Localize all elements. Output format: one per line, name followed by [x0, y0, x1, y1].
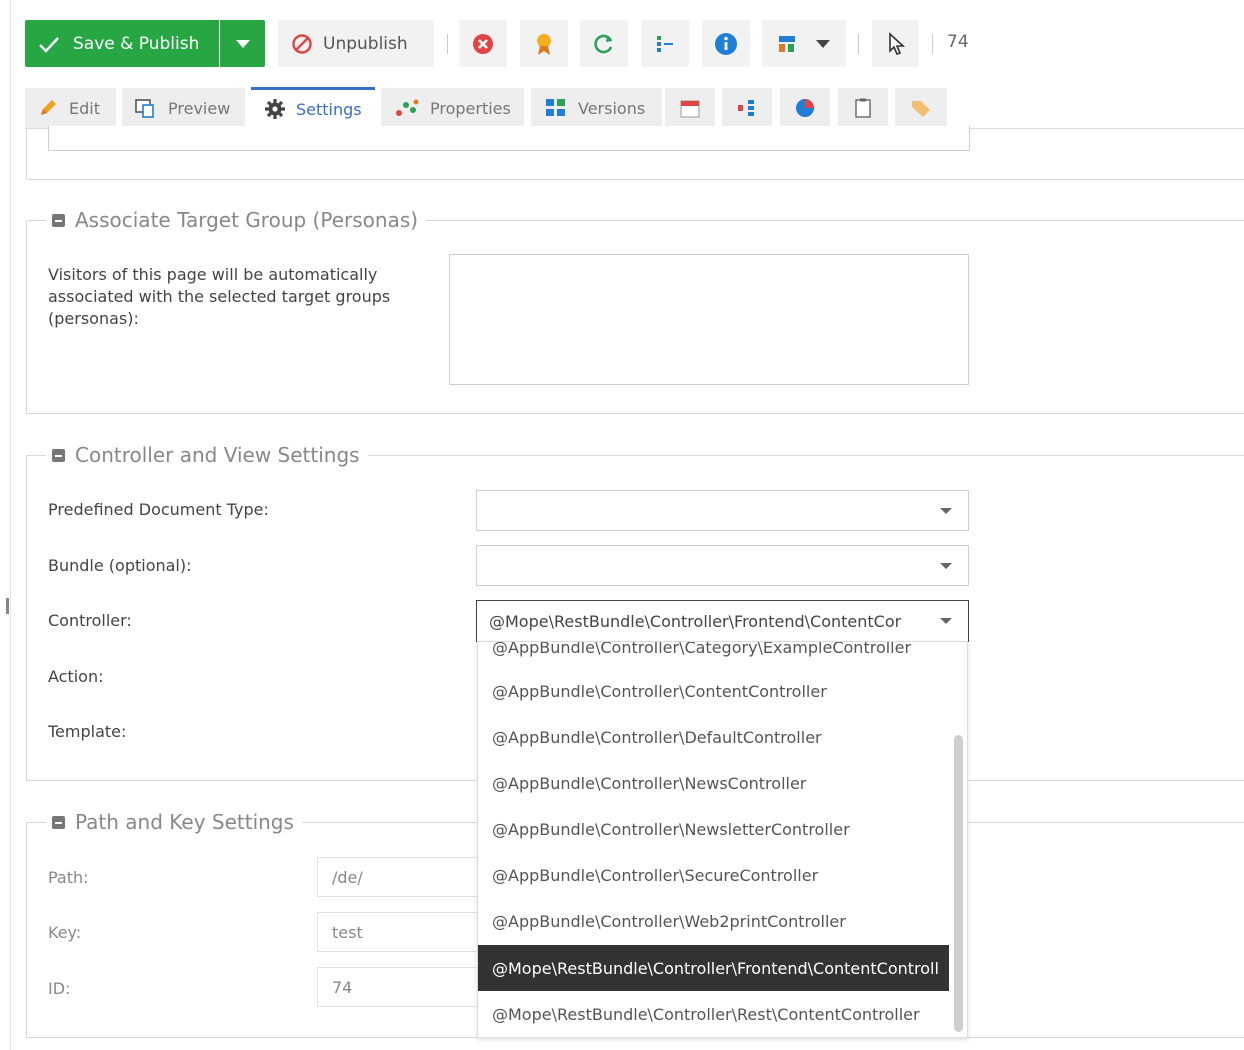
preview-icon — [135, 99, 154, 118]
dependencies-icon — [738, 100, 754, 116]
tab-reports[interactable] — [780, 88, 830, 128]
tab-label: Settings — [296, 99, 362, 119]
path-legend[interactable]: Path and Key Settings — [46, 808, 302, 836]
delete-icon — [473, 33, 493, 54]
controller-select-value: @Mope\RestBundle\Controller\Frontend\Con… — [489, 611, 902, 631]
chevron-down-icon — [235, 39, 250, 48]
tab-notes[interactable] — [838, 88, 888, 128]
previous-fieldset — [26, 126, 1244, 180]
path-legend-text: Path and Key Settings — [75, 810, 294, 834]
chevron-down-icon — [940, 507, 952, 514]
reports-icon — [796, 99, 814, 117]
dropdown-scrollbar[interactable] — [954, 735, 963, 1032]
rename-button[interactable] — [520, 20, 568, 67]
collapse-icon[interactable] — [52, 213, 65, 227]
personas-description: Visitors of this page will be automatica… — [48, 265, 391, 328]
controller-dropdown-list[interactable]: @AppBundle\Controller\Category\ExampleCo… — [477, 641, 968, 1038]
key-field[interactable]: test — [317, 912, 487, 952]
collapse-icon[interactable] — [52, 815, 65, 829]
tab-tags[interactable] — [895, 88, 947, 128]
forbidden-icon — [292, 33, 312, 54]
dropdown-option[interactable]: @AppBundle\Controller\NewsController — [478, 760, 949, 806]
collapse-icon[interactable] — [52, 448, 65, 462]
key-value: test — [332, 922, 363, 942]
dropdown-option[interactable]: @AppBundle\Controller\Web2printControlle… — [478, 898, 949, 944]
gear-icon — [265, 99, 285, 119]
save-options-dropdown[interactable] — [220, 20, 265, 67]
toolbar-divider — [447, 34, 448, 54]
save-publish-label: Save & Publish — [73, 33, 200, 54]
dropdown-option[interactable]: @AppBundle\Controller\Category\ExampleCo… — [478, 642, 949, 670]
tab-settings[interactable]: Settings — [251, 87, 375, 128]
versions-icon — [546, 99, 565, 116]
tab-label: Edit — [69, 98, 100, 118]
refresh-icon — [594, 34, 613, 53]
id-value: 74 — [332, 977, 353, 997]
tree-icon — [657, 35, 673, 52]
path-label: Path: — [48, 868, 89, 887]
toolbar-divider — [932, 34, 933, 54]
template-label: Template: — [48, 722, 127, 741]
tab-versions[interactable]: Versions — [531, 88, 662, 128]
personas-legend[interactable]: Associate Target Group (Personas) — [46, 206, 427, 234]
show-in-tree-button[interactable] — [641, 20, 689, 67]
notes-icon — [855, 98, 871, 118]
bundle-label: Bundle (optional): — [48, 556, 192, 575]
dropdown-option[interactable]: @AppBundle\Controller\DefaultController — [478, 714, 949, 760]
tab-properties[interactable]: Properties — [381, 88, 524, 128]
award-icon — [537, 33, 551, 55]
controller-select[interactable]: @Mope\RestBundle\Controller\Frontend\Con… — [476, 600, 969, 642]
chevron-down-icon — [940, 562, 952, 569]
path-field: /de/ — [317, 857, 487, 897]
dropdown-option[interactable]: @AppBundle\Controller\ContentController — [478, 668, 949, 714]
personas-select[interactable] — [449, 254, 969, 385]
left-panel-edge — [0, 0, 11, 1050]
dropdown-option[interactable]: @AppBundle\Controller\NewsletterControll… — [478, 806, 949, 852]
translation-button[interactable] — [762, 20, 846, 67]
bundle-select[interactable] — [476, 545, 969, 586]
tag-icon — [912, 101, 930, 117]
dropdown-option[interactable]: @AppBundle\Controller\SecureController — [478, 852, 949, 898]
tab-dependencies[interactable] — [722, 88, 772, 128]
tab-edit[interactable]: Edit — [25, 88, 116, 128]
save-publish-button[interactable]: Save & Publish — [25, 20, 219, 67]
calendar-icon — [680, 100, 700, 118]
action-label: Action: — [48, 667, 104, 686]
controller-legend[interactable]: Controller and View Settings — [46, 441, 368, 469]
dropdown-option[interactable]: @Mope\RestBundle\Controller\Rest\Content… — [478, 991, 949, 1037]
predefined-doctype-select[interactable] — [476, 490, 969, 531]
tab-preview[interactable]: Preview — [122, 88, 245, 128]
previous-field[interactable] — [48, 126, 970, 151]
select-element-button[interactable] — [872, 20, 919, 67]
id-field: 74 — [317, 967, 487, 1007]
info-button[interactable] — [702, 20, 750, 67]
key-label: Key: — [48, 923, 82, 942]
tab-label: Properties — [430, 98, 511, 118]
chevron-down-icon — [940, 618, 952, 624]
chevron-down-icon — [816, 39, 830, 48]
checkmark-icon — [39, 36, 59, 53]
personas-legend-text: Associate Target Group (Personas) — [75, 208, 419, 232]
info-icon — [715, 32, 737, 55]
controller-legend-text: Controller and View Settings — [75, 443, 360, 467]
tab-label: Preview — [168, 98, 231, 118]
properties-icon — [396, 99, 419, 116]
tab-schedule[interactable] — [665, 88, 715, 128]
controller-label: Controller: — [48, 611, 132, 630]
tab-label: Versions — [578, 98, 646, 118]
predefined-doctype-label: Predefined Document Type: — [48, 500, 269, 519]
cursor-icon — [888, 31, 905, 55]
reload-button[interactable] — [580, 20, 628, 67]
path-value: /de/ — [332, 867, 363, 887]
unpublish-button[interactable]: Unpublish — [278, 20, 434, 67]
id-label: ID: — [48, 979, 71, 998]
collapse-handle[interactable] — [6, 598, 9, 614]
dropdown-option-selected[interactable]: @Mope\RestBundle\Controller\Frontend\Con… — [478, 945, 949, 991]
toolbar-divider — [858, 34, 859, 54]
unpublish-label: Unpublish — [323, 33, 408, 54]
translation-icon — [779, 35, 795, 52]
document-id: 74 — [947, 32, 969, 52]
pencil-icon — [41, 100, 56, 115]
delete-button[interactable] — [459, 20, 507, 67]
